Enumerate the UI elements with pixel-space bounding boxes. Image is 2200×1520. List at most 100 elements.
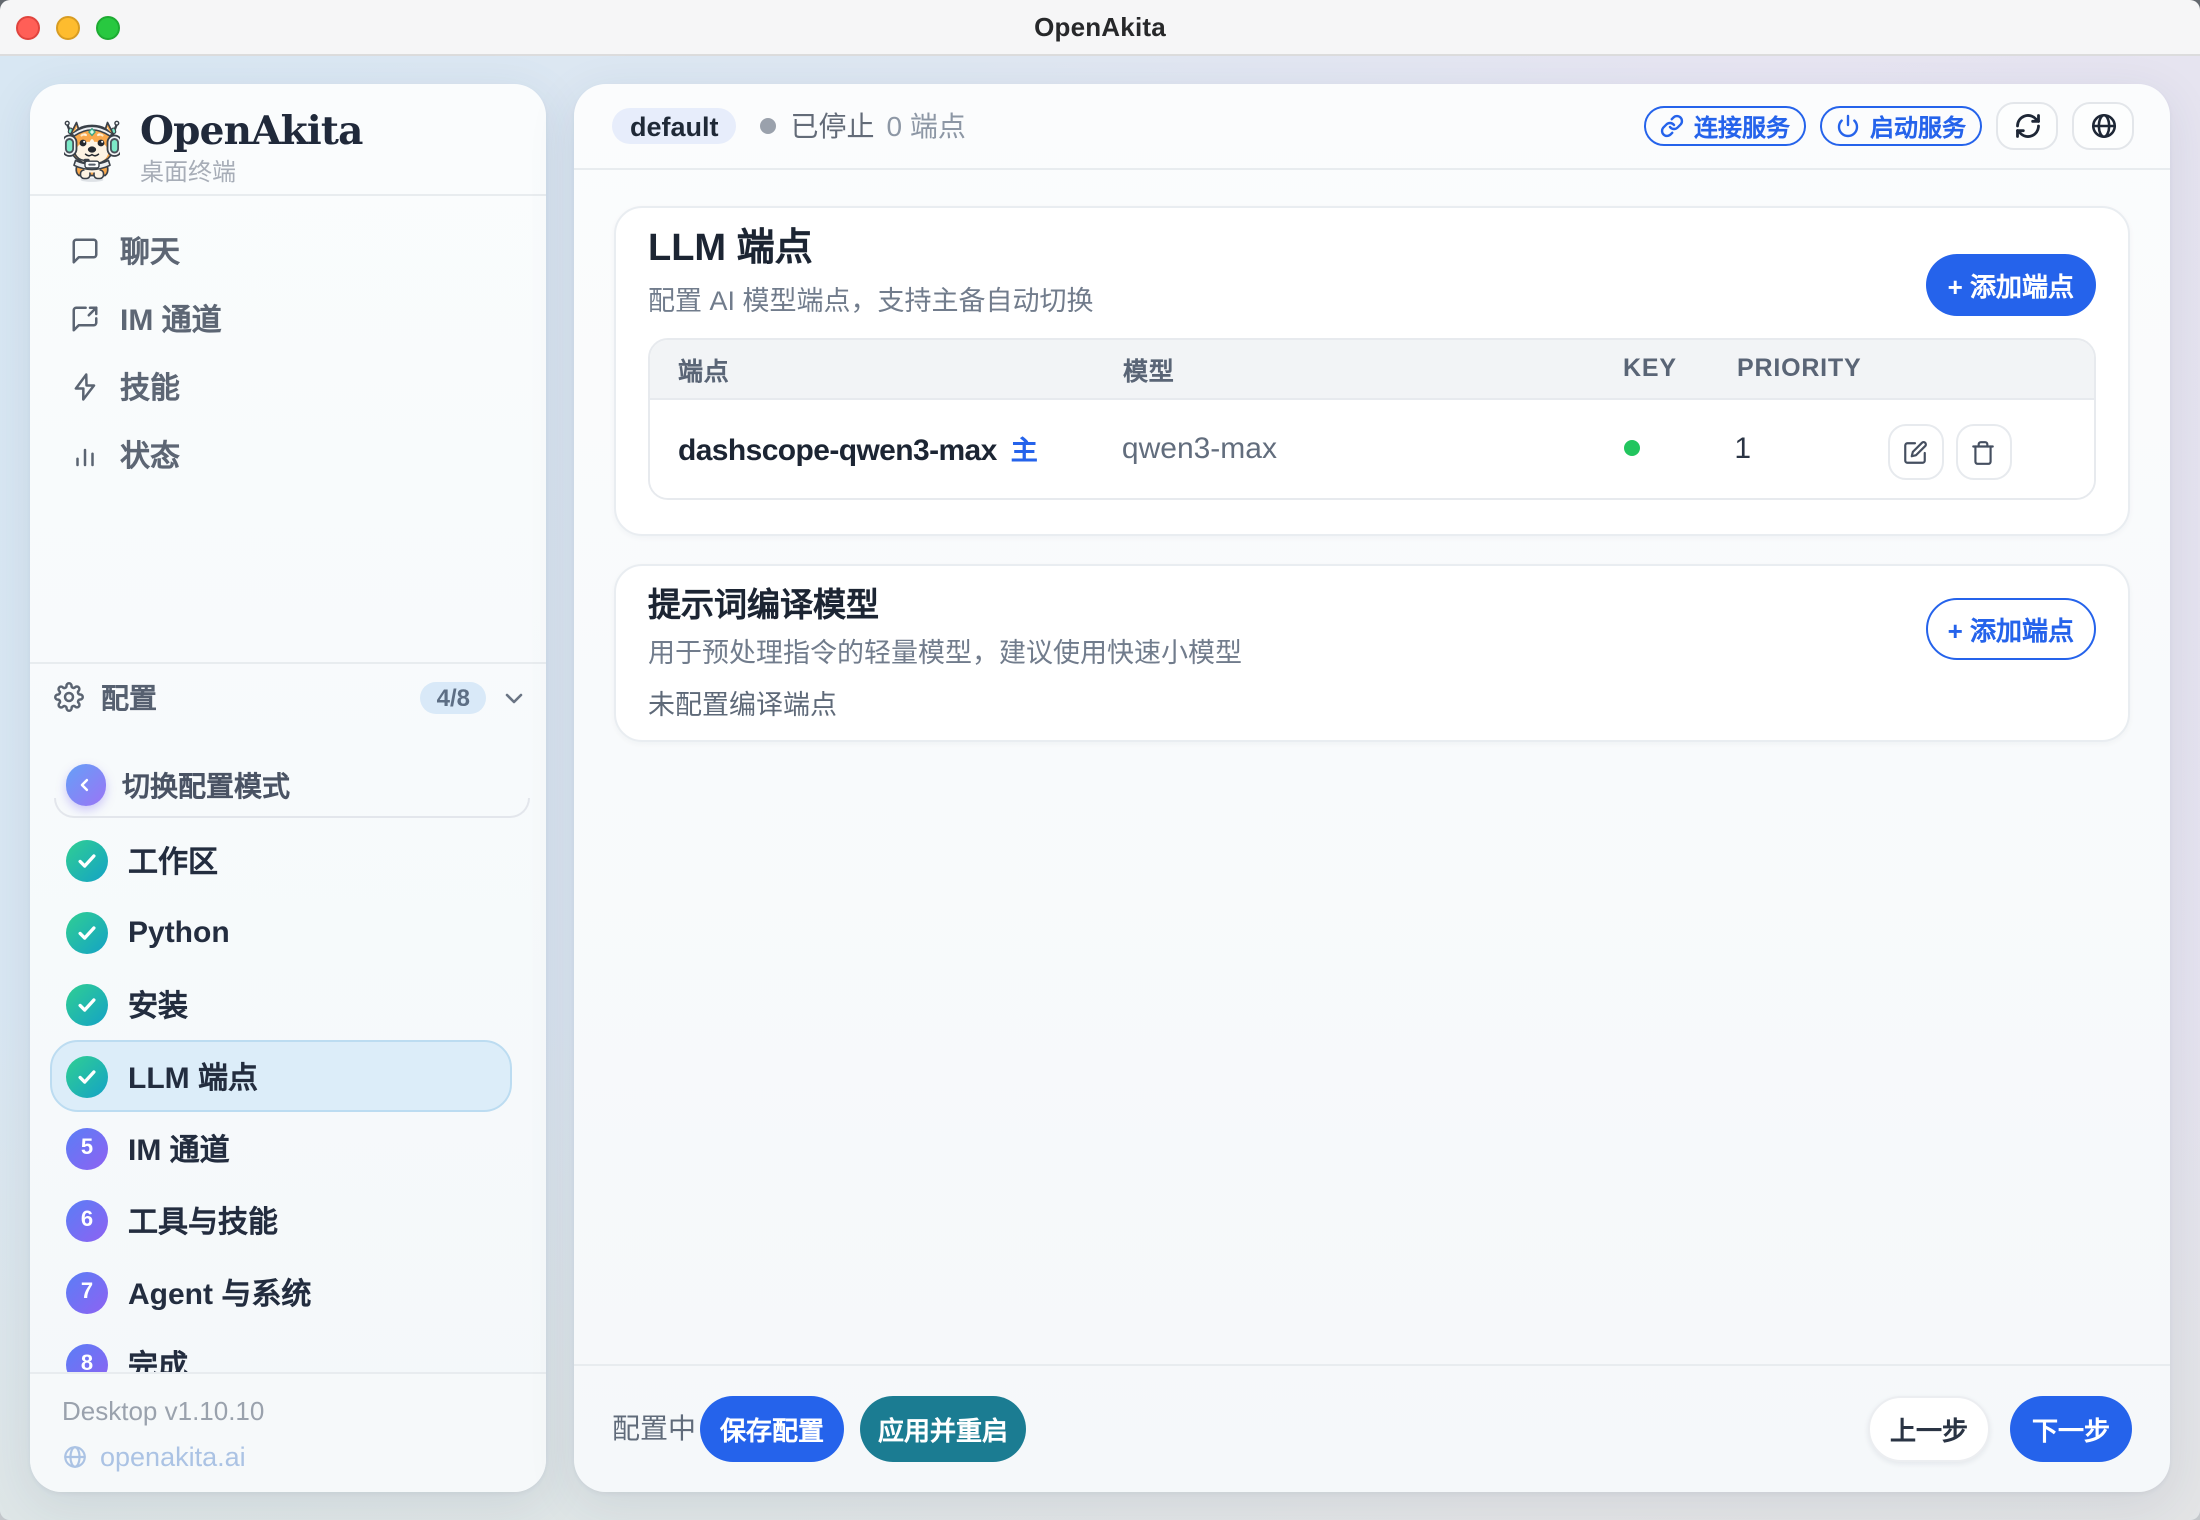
config-step-0[interactable]: 工作区 [50, 824, 512, 896]
sidebar-footer: Desktop v1.10.10 openakita.ai [30, 1372, 546, 1492]
step-number-badge: 5 [66, 1127, 108, 1169]
zoom-window-button[interactable] [96, 15, 120, 39]
next-step-button[interactable]: 下一步 [2010, 1396, 2132, 1462]
delete-endpoint-button[interactable] [1955, 424, 2011, 480]
bar-chart-icon [70, 439, 100, 469]
sidebar-config-section: 配置 4/8 切换配置模式 工作区 Python 安装 LLM 端点 5 IM 通道 6 工具… [30, 662, 546, 1400]
config-label: 配置 [101, 677, 157, 717]
bottombar-nav-buttons: 上一步 下一步 [1868, 1396, 2132, 1462]
app-window: OpenAkita OpenAkita [0, 0, 2200, 1520]
llm-card-title: LLM 端点 [648, 227, 1094, 271]
step-label: Python [128, 915, 230, 949]
profile-badge[interactable]: default [612, 108, 737, 144]
apply-restart-button[interactable]: 应用并重启 [860, 1396, 1026, 1462]
titlebar: OpenAkita [0, 0, 2200, 56]
key-status-dot [1625, 440, 1641, 456]
main-panel: default 已停止 0 端点 连接服务 启动服务 [574, 84, 2170, 1492]
endpoints-table: 端点 模型 KEY PRIORITY dashscope-qwen3-max主 … [648, 337, 2096, 499]
website-link[interactable]: openakita.ai [62, 1442, 514, 1472]
share-icon [70, 303, 100, 333]
sidebar-nav: 聊天 IM 通道技能状态 [30, 196, 546, 488]
step-label: IM 通道 [128, 1127, 230, 1169]
main-content: LLM 端点 配置 AI 模型端点，支持主备自动切换 + 添加端点 端点 模型 … [574, 170, 2170, 1363]
table-header-key: KEY [1623, 354, 1737, 382]
llm-card-subtitle: 配置 AI 模型端点，支持主备自动切换 [648, 283, 1094, 317]
edit-endpoint-button[interactable] [1887, 424, 1943, 480]
switch-config-mode-button[interactable]: 切换配置模式 [53, 754, 530, 816]
topbar-actions: 连接服务 启动服务 [1644, 102, 2134, 150]
window-title: OpenAkita [1034, 12, 1166, 42]
minimize-window-button[interactable] [56, 15, 80, 39]
sidebar-nav-item-2[interactable]: 技能 [70, 352, 514, 420]
model-name: qwen3-max [1122, 431, 1621, 465]
chevron-left-icon [65, 765, 106, 806]
config-step-6[interactable]: 7Agent 与系统 [50, 1256, 512, 1328]
config-step-5[interactable]: 6 工具与技能 [50, 1184, 512, 1256]
key-cell [1621, 430, 1735, 466]
bottom-bar: 配置中 保存配置 应用并重启 上一步 下一步 [574, 1363, 2170, 1492]
sidebar-nav-item-1[interactable]: IM 通道 [70, 284, 514, 352]
compile-empty-hint: 未配置编译端点 [648, 681, 2096, 721]
sidebar-nav-label: 技能 [120, 365, 180, 407]
globe-icon [2089, 112, 2117, 140]
sidebar-nav-label: 状态 [120, 433, 180, 475]
config-progress-badge: 4/8 [421, 681, 486, 713]
step-label: 工作区 [128, 839, 218, 881]
config-section-header[interactable]: 配置 4/8 [30, 662, 546, 730]
sidebar-nav-item-3[interactable]: 状态 [70, 420, 514, 488]
language-button[interactable] [2072, 102, 2134, 150]
website-url: openakita.ai [100, 1442, 246, 1472]
start-service-button[interactable]: 启动服务 [1820, 106, 1982, 146]
actions-cell [1887, 420, 2094, 476]
config-step-3[interactable]: LLM 端点 [50, 1040, 512, 1112]
add-endpoint-button[interactable]: + 添加端点 [1926, 253, 2096, 315]
save-config-button[interactable]: 保存配置 [700, 1396, 844, 1462]
card-header: LLM 端点 配置 AI 模型端点，支持主备自动切换 + 添加端点 [648, 227, 2096, 317]
config-step-2[interactable]: 安装 [50, 968, 512, 1040]
close-window-button[interactable] [16, 15, 40, 39]
config-step-1[interactable]: Python [50, 896, 512, 968]
workspace: OpenAkita 桌面终端 聊天IM 通道技能状态 配置 4/8 [0, 56, 2200, 1520]
priority-value: 1 [1734, 431, 1887, 465]
bolt-icon [70, 371, 100, 401]
step-check-icon [66, 983, 108, 1025]
link-icon [1660, 114, 1684, 138]
step-check-icon [66, 911, 108, 953]
step-label: LLM 端点 [128, 1055, 258, 1097]
table-header-priority: PRIORITY [1737, 354, 1890, 382]
sidebar-nav-label: IM 通道 [120, 297, 222, 339]
step-label: Agent 与系统 [128, 1271, 311, 1313]
app-name: OpenAkita [140, 110, 363, 153]
table-header: 端点 模型 KEY PRIORITY [650, 339, 2094, 399]
step-check-icon [66, 839, 108, 881]
edit-icon [1902, 439, 1928, 465]
app-logo-icon [64, 117, 120, 181]
gear-icon [54, 682, 84, 712]
step-label: 安装 [128, 983, 188, 1025]
table-row: dashscope-qwen3-max主 qwen3-max 1 [650, 399, 2094, 497]
prev-step-button[interactable]: 上一步 [1868, 1396, 1990, 1462]
config-steps: 工作区Python安装LLM 端点5IM 通道6工具与技能7Agent 与系统8… [30, 816, 546, 1400]
service-status: 已停止 [791, 106, 875, 146]
primary-tag: 主 [1011, 435, 1038, 465]
connect-service-button[interactable]: 连接服务 [1644, 106, 1806, 146]
chevron-down-icon [502, 685, 526, 709]
step-number-badge: 6 [66, 1199, 108, 1241]
endpoint-count: 0 端点 [887, 106, 966, 146]
traffic-lights [16, 0, 120, 54]
status-dot [761, 118, 777, 134]
compile-card-title: 提示词编译模型 [648, 590, 1242, 623]
step-label: 工具与技能 [128, 1199, 278, 1241]
sidebar-nav-label: 聊天 [120, 229, 180, 271]
app-version: Desktop v1.10.10 [62, 1396, 514, 1426]
config-step-4[interactable]: 5 IM 通道 [50, 1112, 512, 1184]
compile-model-card: 提示词编译模型 用于预处理指令的轻量模型，建议使用快速小模型 + 添加端点 未配… [614, 564, 2130, 741]
sidebar-nav-item-0[interactable]: 聊天 [70, 216, 514, 284]
refresh-button[interactable] [1996, 102, 2058, 150]
main-topbar: default 已停止 0 端点 连接服务 启动服务 [574, 84, 2170, 170]
switch-config-mode-label: 切换配置模式 [122, 765, 290, 805]
sidebar: OpenAkita 桌面终端 聊天IM 通道技能状态 配置 4/8 [30, 84, 546, 1492]
config-status-label: 配置中 [612, 1409, 696, 1449]
app-subtitle: 桌面终端 [140, 154, 363, 188]
add-compile-endpoint-button[interactable]: + 添加端点 [1926, 598, 2096, 660]
